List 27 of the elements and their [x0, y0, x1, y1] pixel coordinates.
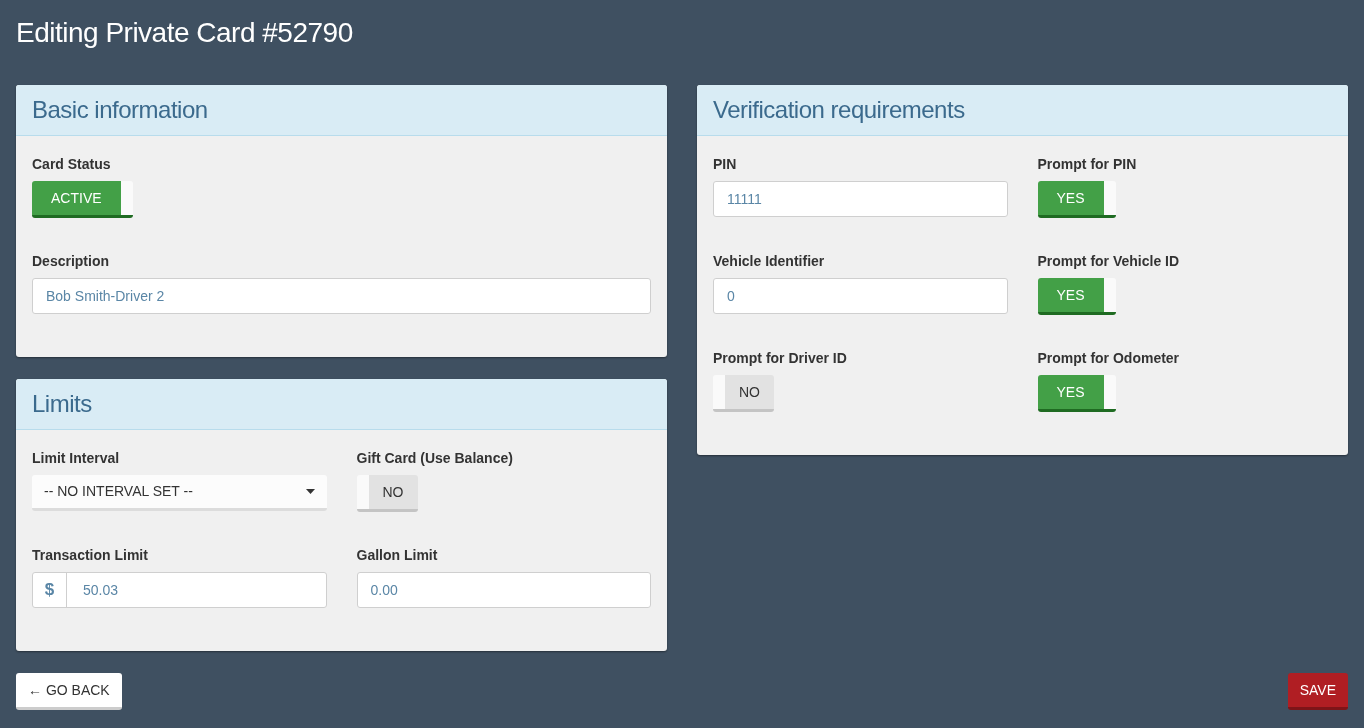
field-label: Card Status	[32, 155, 112, 174]
text-field[interactable]: 11111	[713, 181, 1008, 217]
page-title: Editing Private Card #52790	[16, 16, 354, 50]
panel-title: Basic information	[32, 95, 208, 125]
interval-dropdown[interactable]: -- NO INTERVAL SET --	[32, 475, 327, 511]
field-label: Limit Interval	[32, 449, 121, 468]
field-label: Prompt for Driver ID	[713, 349, 848, 368]
currency-prefix: $	[33, 573, 67, 607]
field-label: Description	[32, 252, 110, 271]
field-label: Gift Card (Use Balance)	[356, 449, 514, 468]
field-label: Prompt for Vehicle ID	[1037, 252, 1181, 271]
text-field[interactable]: 0.00	[356, 572, 651, 608]
field-label: PIN	[713, 155, 738, 174]
field-label: Transaction Limit	[32, 546, 149, 565]
panel-title: Verification requirements	[713, 95, 965, 125]
money-field[interactable]: $ 50.03	[32, 572, 327, 608]
caret-icon	[305, 489, 315, 494]
text-field[interactable]: Bob Smith-Driver 2	[32, 278, 651, 314]
text-field[interactable]: 0	[713, 278, 1008, 314]
panel-title: Limits	[32, 389, 92, 419]
go-back-button[interactable]: ← GO BACK	[16, 673, 122, 710]
field-label: Prompt for Odometer	[1037, 349, 1181, 368]
field-label: Gallon Limit	[356, 546, 439, 565]
amount-value: 50.03	[82, 580, 120, 600]
field-label: Prompt for PIN	[1037, 155, 1138, 174]
field-label: Vehicle Identifier	[713, 252, 826, 271]
save-button[interactable]: SAVE	[1287, 673, 1348, 710]
